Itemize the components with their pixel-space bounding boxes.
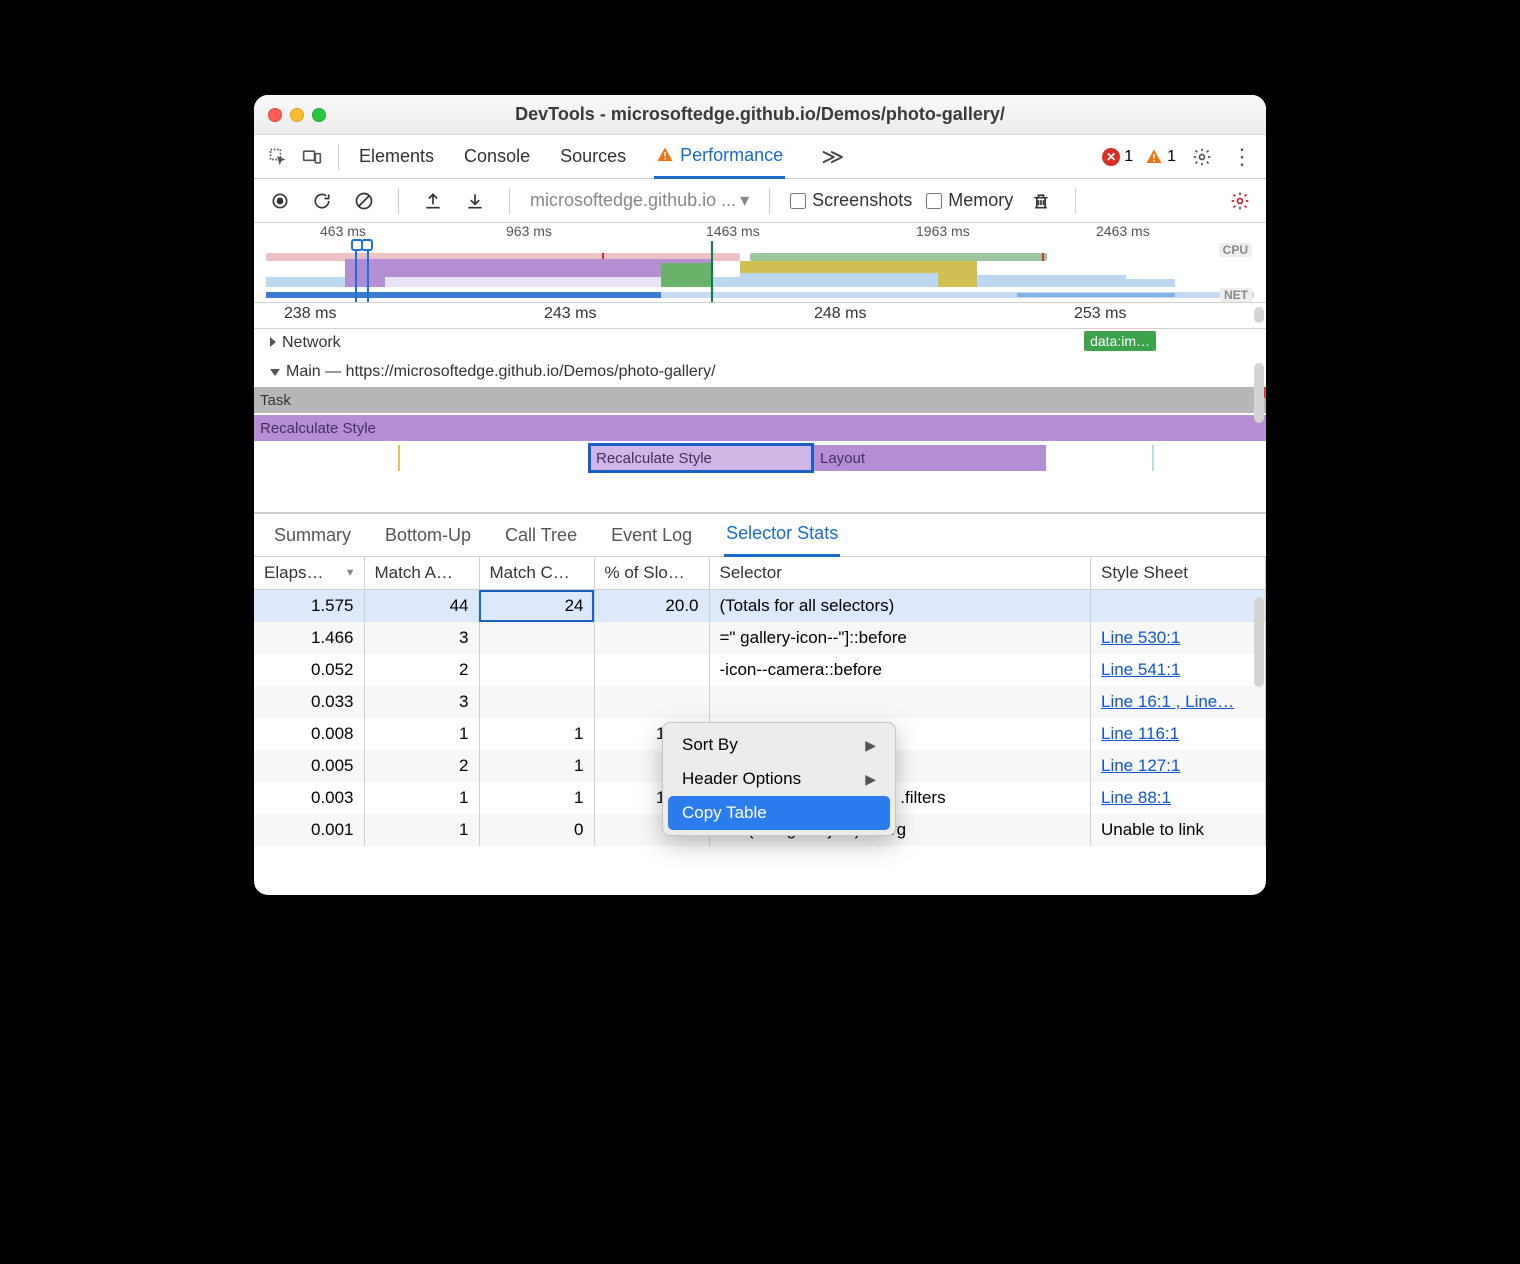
table-scrollbar-thumb[interactable] <box>1254 597 1264 687</box>
ctx-sort-by[interactable]: Sort By ▶ <box>668 728 890 762</box>
tab-summary[interactable]: Summary <box>272 515 353 556</box>
recalculate-style-bar[interactable]: Recalculate Style <box>254 415 1266 441</box>
warning-icon <box>1145 148 1163 166</box>
stylesheet-link[interactable]: Line 127:1 <box>1101 756 1180 775</box>
close-window-button[interactable] <box>268 108 282 122</box>
origin-dropdown[interactable]: microsoftedge.github.io ... ▾ <box>530 190 749 211</box>
expand-icon[interactable] <box>270 337 276 347</box>
tab-console[interactable]: Console <box>462 136 532 177</box>
col-style-sheet[interactable]: Style Sheet <box>1091 557 1266 590</box>
tab-bottom-up[interactable]: Bottom-Up <box>383 515 473 556</box>
col-elapsed[interactable]: Elaps…▼ <box>254 557 364 590</box>
focused-cell[interactable]: 24 <box>479 590 594 623</box>
ctx-header-options[interactable]: Header Options ▶ <box>668 762 890 796</box>
col-selector[interactable]: Selector <box>709 557 1091 590</box>
task-bar[interactable]: Task <box>254 387 1266 413</box>
capture-settings-icon[interactable] <box>1226 187 1254 215</box>
device-toolbar-icon[interactable] <box>298 143 326 171</box>
minimize-window-button[interactable] <box>290 108 304 122</box>
titlebar: DevTools - microsoftedge.github.io/Demos… <box>254 95 1266 135</box>
maximize-window-button[interactable] <box>312 108 326 122</box>
tab-sources[interactable]: Sources <box>558 136 628 177</box>
selection-handle-right[interactable] <box>361 239 373 251</box>
chevron-right-icon: ▶ <box>865 771 876 788</box>
kebab-menu-icon[interactable]: ⋮ <box>1228 143 1256 171</box>
net-label: NET <box>1220 288 1252 302</box>
table-row[interactable]: 0.0333 Line 16:1 , Line… <box>254 686 1266 718</box>
chevron-down-icon: ▾ <box>740 190 749 211</box>
network-item-chip[interactable]: data:im… <box>1084 331 1156 351</box>
layout-bar[interactable]: Layout <box>814 445 1046 471</box>
flame-chart[interactable]: Network data:im… Main — https://microsof… <box>254 329 1266 513</box>
tab-event-log[interactable]: Event Log <box>609 515 694 556</box>
stylesheet-link[interactable]: Line 530:1 <box>1101 628 1180 647</box>
upload-icon[interactable] <box>419 187 447 215</box>
tab-elements[interactable]: Elements <box>357 136 436 177</box>
col-match-count[interactable]: Match C… <box>479 557 594 590</box>
details-tabs: Summary Bottom-Up Call Tree Event Log Se… <box>254 513 1266 557</box>
table-row[interactable]: 1.575 44 24 20.0 (Totals for all selecto… <box>254 590 1266 623</box>
devtools-window: DevTools - microsoftedge.github.io/Demos… <box>254 95 1266 895</box>
ctx-copy-table[interactable]: Copy Table <box>668 796 890 830</box>
reload-icon[interactable] <box>308 187 336 215</box>
screenshots-checkbox[interactable]: Screenshots <box>790 190 912 211</box>
tab-performance[interactable]: Performance <box>654 135 785 179</box>
performance-toolbar: microsoftedge.github.io ... ▾ Screenshot… <box>254 179 1266 223</box>
stylesheet-link[interactable]: Line 116:1 <box>1101 724 1179 743</box>
stylesheet-link[interactable]: Line 88:1 <box>1101 788 1171 807</box>
timeline-overview[interactable]: 463 ms 963 ms 1463 ms 1963 ms 2463 ms <box>254 223 1266 303</box>
col-pct-slow[interactable]: % of Slo… <box>594 557 709 590</box>
timeline-ruler[interactable]: 238 ms 243 ms 248 ms 253 ms <box>254 303 1266 329</box>
cpu-label: CPU <box>1219 243 1252 257</box>
panel-tabs-row: Elements Console Sources Performance ≫ ✕… <box>254 135 1266 179</box>
warning-icon <box>656 146 674 164</box>
warning-count-badge[interactable]: 1 <box>1145 148 1176 166</box>
garbage-collect-icon[interactable] <box>1027 187 1055 215</box>
table-row[interactable]: 1.4663 =" gallery-icon--"]::beforeLine 5… <box>254 622 1266 654</box>
download-icon[interactable] <box>461 187 489 215</box>
table-row[interactable]: 0.0522 -icon--camera::beforeLine 541:1 <box>254 654 1266 686</box>
settings-icon[interactable] <box>1188 143 1216 171</box>
error-icon: ✕ <box>1102 148 1120 166</box>
chevron-right-icon: ▶ <box>865 737 876 754</box>
clear-icon[interactable] <box>350 187 378 215</box>
inspect-element-icon[interactable] <box>264 143 292 171</box>
more-tabs-button[interactable]: ≫ <box>821 144 844 170</box>
memory-checkbox[interactable]: Memory <box>926 190 1013 211</box>
stylesheet-link[interactable]: Line 541:1 <box>1101 660 1180 679</box>
sort-desc-icon: ▼ <box>345 567 356 579</box>
collapse-icon[interactable] <box>270 369 280 376</box>
error-count-badge[interactable]: ✕ 1 <box>1102 148 1133 166</box>
tab-call-tree[interactable]: Call Tree <box>503 515 579 556</box>
flame-scrollbar-thumb[interactable] <box>1254 363 1264 423</box>
stylesheet-link[interactable]: Line 16:1 , Line… <box>1101 692 1234 711</box>
context-menu: Sort By ▶ Header Options ▶ Copy Table <box>662 722 896 836</box>
vertical-scrollbar-thumb[interactable] <box>1254 307 1264 323</box>
record-button-icon[interactable] <box>266 187 294 215</box>
col-match-attempts[interactable]: Match A… <box>364 557 479 590</box>
window-title: DevTools - microsoftedge.github.io/Demos… <box>254 104 1266 125</box>
recalculate-style-selected-bar[interactable]: Recalculate Style <box>590 445 812 471</box>
tab-selector-stats[interactable]: Selector Stats <box>724 513 840 557</box>
